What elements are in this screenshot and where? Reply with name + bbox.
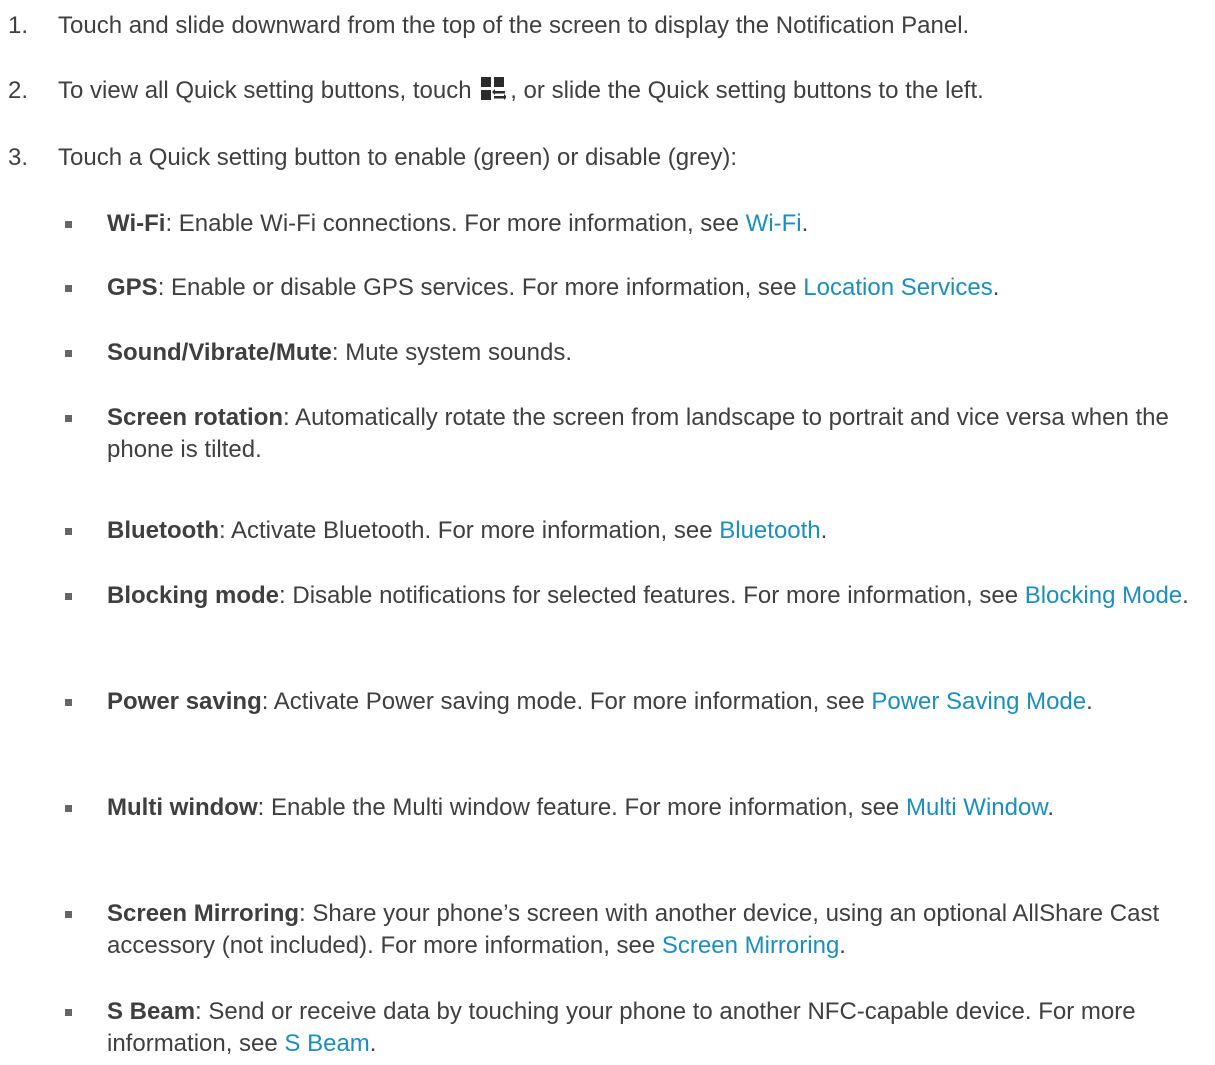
punctuation: . xyxy=(1047,794,1054,821)
punctuation: . xyxy=(839,932,846,959)
bullet-square xyxy=(65,805,72,812)
punctuation: . xyxy=(1182,582,1189,609)
step-number: 1. xyxy=(8,12,29,39)
term: Wi-Fi xyxy=(107,210,166,237)
step-3: 3. Touch a Quick setting button to enable… xyxy=(8,142,1205,174)
bullet-square xyxy=(65,350,72,357)
bullet-square xyxy=(65,911,72,918)
list-item-screen-mirroring: Screen Mirroring: Share your phone’s scr… xyxy=(65,898,1195,962)
list-item-s-beam: S Beam: Send or receive data by touching… xyxy=(65,996,1195,1060)
list-item-text: Screen Mirroring: Share your phone’s scr… xyxy=(107,898,1195,962)
step-2: 2. To view all Quick setting buttons, tou… xyxy=(8,75,1205,111)
term: S Beam xyxy=(107,998,196,1025)
list-item-power-saving: Power saving: Activate Power saving mode… xyxy=(65,686,1195,718)
list-item-text: Power saving: Activate Power saving mode… xyxy=(107,686,1195,718)
list-item-text: Wi-Fi: Enable Wi-Fi connections. For mor… xyxy=(107,208,1195,240)
bullet-square xyxy=(65,593,72,600)
list-item-text: Multi window: Enable the Multi window fe… xyxy=(107,792,1195,824)
bullet-square xyxy=(65,415,72,422)
step-1: 1. Touch and slide downward from the top … xyxy=(8,10,1205,42)
list-item-text: Blocking mode: Disable notifications for… xyxy=(107,580,1195,612)
punctuation: . xyxy=(1086,688,1093,715)
punctuation: . xyxy=(801,210,809,237)
link-power-saving-mode[interactable]: Power Saving Mode xyxy=(871,688,1086,715)
term: GPS xyxy=(107,274,158,301)
term: Screen Mirroring xyxy=(107,900,300,927)
description: : Activate Bluetooth. For more informati… xyxy=(218,517,720,544)
description: : Enable or disable GPS services. For mo… xyxy=(157,274,804,301)
link-wifi[interactable]: Wi-Fi xyxy=(746,210,802,237)
list-item-bluetooth: Bluetooth: Activate Bluetooth. For more … xyxy=(65,515,1195,547)
link-bluetooth[interactable]: Bluetooth xyxy=(719,517,820,544)
list-item-text: Bluetooth: Activate Bluetooth. For more … xyxy=(107,515,1195,547)
quick-settings-grid-icon xyxy=(480,76,508,111)
description: : Mute system sounds. xyxy=(331,339,572,366)
list-item-wifi: Wi-Fi: Enable Wi-Fi connections. For mor… xyxy=(65,208,1195,240)
punctuation: . xyxy=(992,274,1000,301)
link-blocking-mode[interactable]: Blocking Mode xyxy=(1025,582,1182,609)
term: Bluetooth xyxy=(107,517,219,544)
step-text: To view all Quick setting buttons, touch xyxy=(58,77,472,104)
link-s-beam[interactable]: S Beam xyxy=(284,1030,369,1057)
list-item-blocking-mode: Blocking mode: Disable notifications for… xyxy=(65,580,1195,612)
list-item-text: Sound/Vibrate/Mute: Mute system sounds. xyxy=(107,337,1195,369)
bullet-square xyxy=(65,699,72,706)
list-item-multi-window: Multi window: Enable the Multi window fe… xyxy=(65,792,1195,824)
step-text: Touch and slide downward from the top of… xyxy=(58,12,970,39)
link-location-services[interactable]: Location Services xyxy=(803,274,992,301)
step-text: , or slide the Quick setting buttons to … xyxy=(510,77,984,104)
list-item-text: S Beam: Send or receive data by touching… xyxy=(107,996,1195,1060)
term: Sound/Vibrate/Mute xyxy=(107,339,332,366)
bullet-square xyxy=(65,285,72,292)
list-item-text: Screen rotation: Automatically rotate th… xyxy=(107,402,1195,466)
step-text: Touch a Quick setting button to enable (… xyxy=(58,144,738,171)
link-screen-mirroring[interactable]: Screen Mirroring xyxy=(662,932,839,959)
list-item-text: GPS: Enable or disable GPS services. For… xyxy=(107,272,1195,304)
list-item-gps: GPS: Enable or disable GPS services. For… xyxy=(65,272,1195,304)
list-item-sound: Sound/Vibrate/Mute: Mute system sounds. xyxy=(65,337,1195,369)
term: Screen rotation xyxy=(107,404,284,431)
step-number: 3. xyxy=(8,144,29,171)
term: Power saving xyxy=(107,688,262,715)
punctuation: . xyxy=(369,1030,377,1057)
description: : Enable the Multi window feature. For m… xyxy=(257,794,906,821)
step-number: 2. xyxy=(8,77,29,104)
bullet-square xyxy=(65,1009,72,1016)
link-multi-window[interactable]: Multi Window xyxy=(906,794,1047,821)
bullet-square xyxy=(65,528,72,535)
punctuation: . xyxy=(820,517,828,544)
term: Blocking mode xyxy=(107,582,280,609)
description: : Disable notifications for selected fea… xyxy=(279,582,1025,609)
term: Multi window xyxy=(107,794,258,821)
description: : Enable Wi-Fi connections. For more inf… xyxy=(165,210,746,237)
description: : Send or receive data by touching your … xyxy=(107,998,1136,1057)
description: : Activate Power saving mode. For more i… xyxy=(261,688,872,715)
bullet-square xyxy=(65,221,72,228)
list-item-screen-rotation: Screen rotation: Automatically rotate th… xyxy=(65,402,1195,466)
